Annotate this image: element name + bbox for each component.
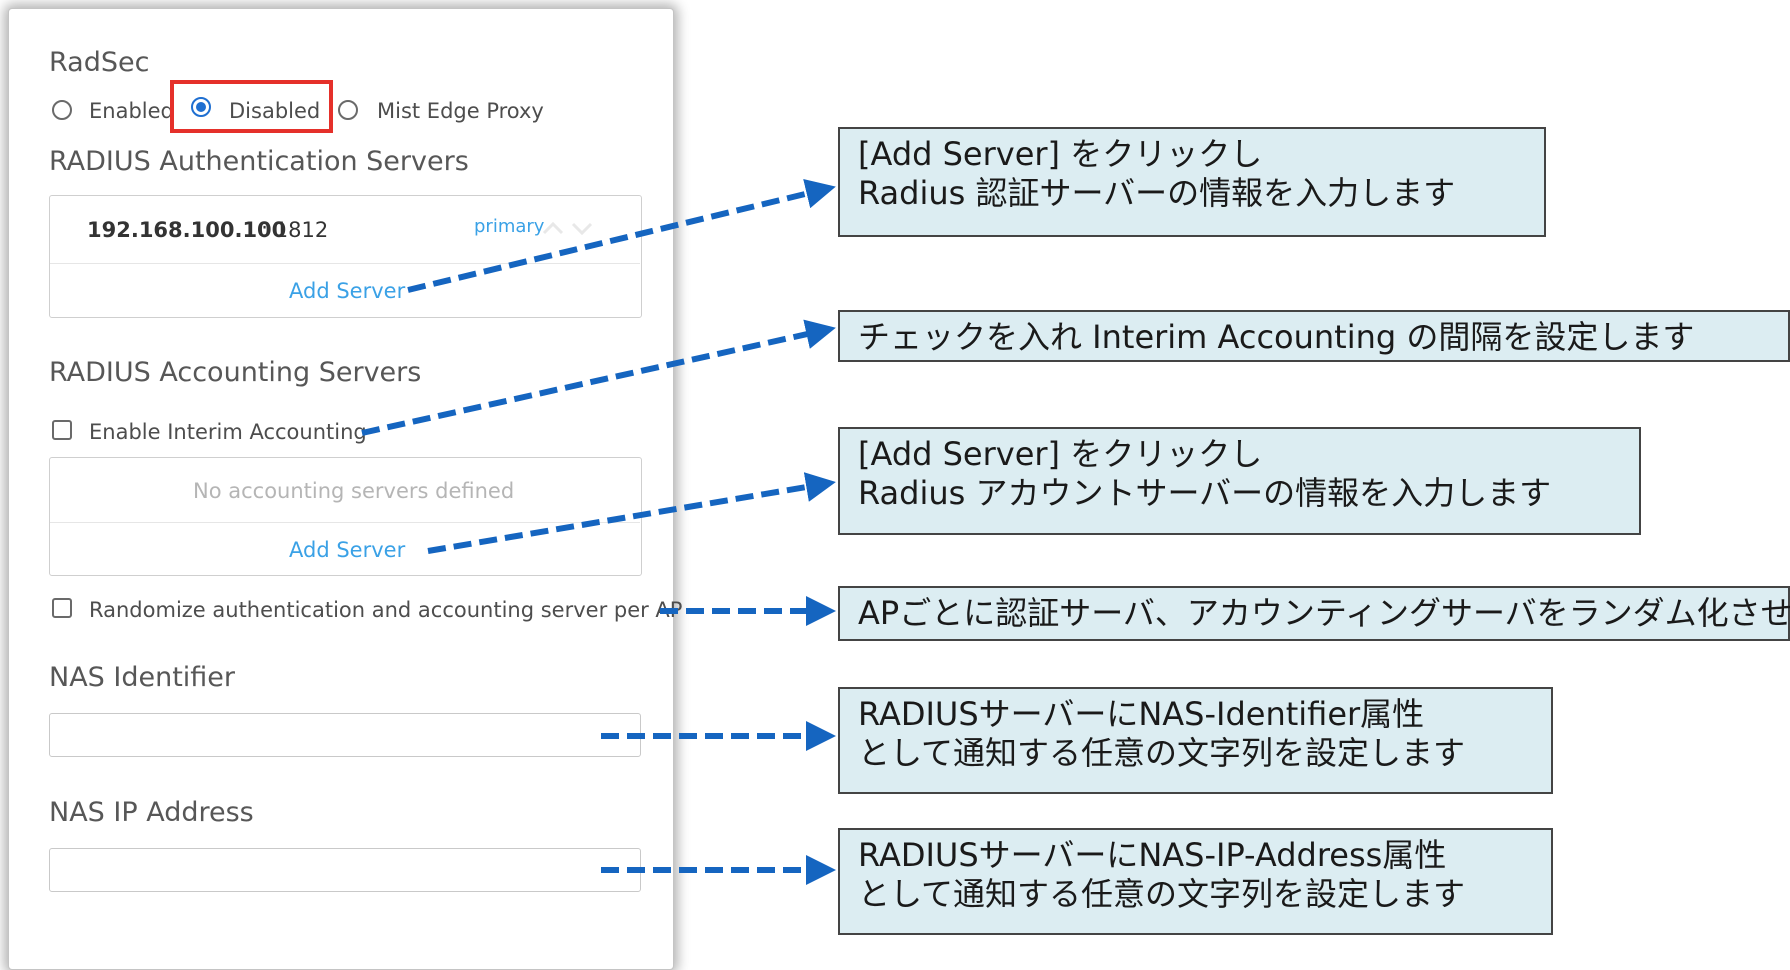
arrow-acct-add-server [427, 472, 836, 554]
arrow-interim-accounting [361, 319, 836, 436]
annotation-arrows [361, 179, 836, 885]
arrow-auth-add-server [407, 179, 836, 293]
